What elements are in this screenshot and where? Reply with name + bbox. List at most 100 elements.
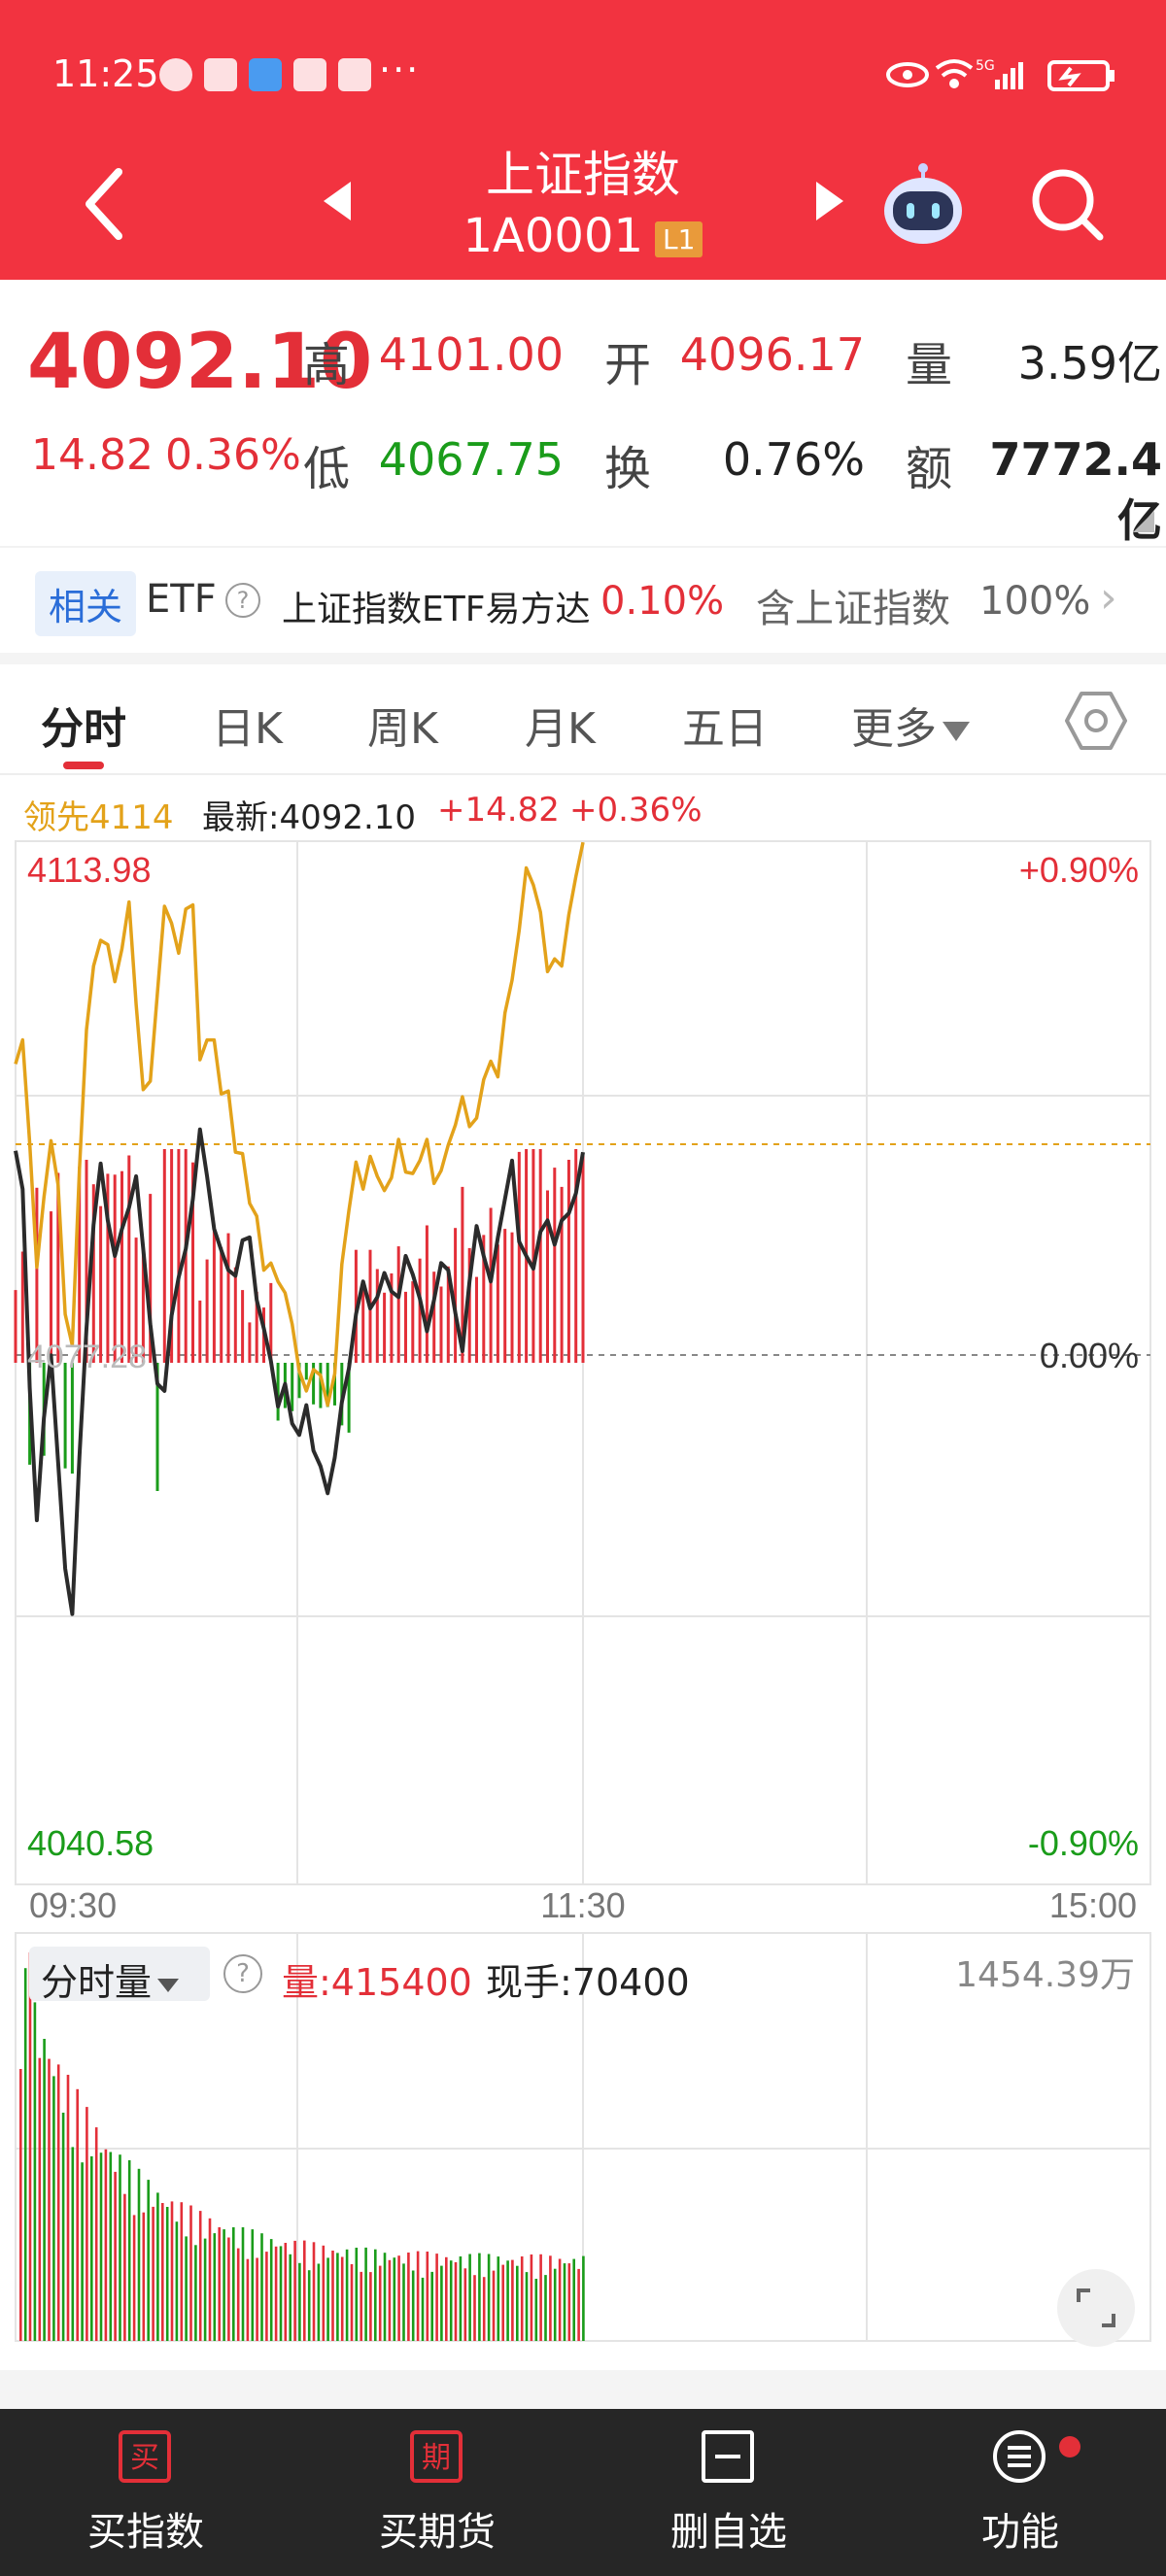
volume-bar [322, 2245, 326, 2341]
notification-dot [1059, 2436, 1080, 2457]
remove-watchlist-icon [702, 2430, 754, 2483]
volume-bar [152, 2206, 154, 2341]
breadth-bar [220, 1247, 223, 1363]
breadth-bar [226, 1233, 230, 1363]
tab-intraday[interactable]: 分时 [41, 694, 126, 756]
breadth-bar [425, 1225, 429, 1363]
breadth-bar [120, 1170, 123, 1363]
volume-help-icon[interactable]: ? [223, 1954, 262, 1993]
wifi-icon [935, 59, 974, 88]
etf-label: ETF [146, 577, 217, 622]
breadth-bar [396, 1246, 400, 1363]
app-notification-icon [249, 58, 282, 91]
volume-bar [563, 2263, 566, 2341]
breadth-bar [538, 1149, 542, 1363]
breadth-bar [63, 1363, 67, 1469]
x-label-open: 09:30 [29, 1885, 117, 1921]
breadth-bar [503, 1229, 507, 1363]
amount-label: 额 [906, 442, 953, 496]
volume-bar [298, 2262, 301, 2341]
network-type-label: 5G [976, 58, 995, 74]
amount-value: 7772.4亿 [989, 433, 1162, 547]
volume-bar [350, 2264, 354, 2341]
status-bar: 11:25 ··· 5G [0, 0, 1166, 148]
tab-daily-k[interactable]: 日K [212, 694, 283, 756]
volume-bar [256, 2257, 258, 2341]
volume-bar [411, 2270, 415, 2341]
pct-min-label: -0.90% [1028, 1823, 1139, 1863]
breadth-bar [70, 1363, 74, 1474]
expand-quote-toggle[interactable] [1133, 511, 1154, 532]
nav-buy-index[interactable]: 买 买指数 [0, 2409, 292, 2576]
open-label: 开 [604, 338, 652, 392]
breadth-bar [248, 1322, 252, 1363]
caret-down-icon [157, 1978, 180, 1992]
tab-five-day[interactable]: 五日 [682, 694, 768, 756]
x-label-noon: 11:30 [540, 1885, 625, 1921]
volume-bar [170, 2201, 174, 2341]
open-value: 4096.17 [679, 328, 865, 381]
volume-bar [558, 2258, 562, 2341]
volume-bar [223, 2229, 225, 2341]
volume-bar [445, 2256, 448, 2341]
volume-bar [340, 2256, 344, 2341]
settings-icon[interactable] [1065, 690, 1127, 752]
quote-panel: 4092.10 14.82 0.36% 高 4101.00 开 4096.17 … [0, 280, 1166, 548]
volume-bar [331, 2251, 334, 2341]
intraday-chart[interactable]: 4113.98 +0.90% 4077.28 0.00% 4040.58 -0.… [0, 833, 1166, 1921]
app-header: 11:25 ··· 5G 上证指数 1A0001 L1 [0, 0, 1166, 280]
volume-bar [511, 2259, 514, 2341]
related-etf-row[interactable]: 相关 ETF ? 上证指数ETF易方达 0.10% 含上证指数 100% › [0, 550, 1166, 655]
volume-bar [137, 2168, 141, 2341]
breadth-bar [212, 1227, 216, 1363]
buy-icon-glyph: 买 [130, 2441, 159, 2475]
volume-bar [123, 2193, 126, 2341]
volume-bar [52, 2076, 55, 2341]
fullscreen-icon[interactable] [1057, 2269, 1135, 2347]
volume-bar [307, 2270, 311, 2341]
volume-bar [487, 2254, 491, 2341]
breadth-bar [127, 1155, 131, 1363]
volume-max-label: 1454.39万 [955, 1955, 1135, 1995]
volume-bar [251, 2229, 255, 2341]
tab-monthly-k[interactable]: 月K [525, 694, 596, 756]
nav-remove-watchlist[interactable]: 删自选 [583, 2409, 874, 2576]
volume-bar [274, 2246, 278, 2341]
volume-bar [336, 2253, 339, 2341]
volume-bar [549, 2255, 552, 2341]
volume-value: 量:415400 [282, 1961, 472, 2004]
tab-weekly-k[interactable]: 周K [367, 694, 438, 756]
volume-bar [161, 2203, 164, 2341]
volume-bar [127, 2160, 131, 2341]
breadth-bar [304, 1363, 308, 1380]
volume-label: 量 [906, 338, 953, 392]
etf-name[interactable]: 上证指数ETF易方达 [282, 581, 590, 631]
robot-assistant-icon[interactable] [879, 160, 967, 248]
nav-buy-futures[interactable]: 期 买期货 [292, 2409, 583, 2576]
next-stock-button[interactable] [816, 182, 843, 220]
volume-bar [530, 2254, 533, 2341]
level-badge: L1 [655, 220, 703, 257]
volume-bar [38, 2057, 42, 2341]
volume-bar [378, 2265, 382, 2341]
search-icon[interactable] [1028, 165, 1108, 245]
chevron-right-icon[interactable]: › [1100, 573, 1117, 623]
volume-bar [99, 2152, 103, 2341]
volume-bar [582, 2255, 585, 2341]
volume-bar [260, 2233, 263, 2341]
volume-mode-dropdown[interactable]: 分时量 [29, 1947, 210, 2004]
volume-value: 3.59亿 [1017, 337, 1162, 390]
nav-functions[interactable]: 功能 [874, 2409, 1166, 2576]
volume-bar [478, 2253, 481, 2341]
volume-bar [572, 2258, 575, 2341]
volume-bar [104, 2149, 108, 2341]
pct-max-label: +0.90% [1019, 850, 1139, 890]
volume-bar [393, 2257, 396, 2341]
promo-icon [293, 58, 326, 91]
volume-bar [449, 2260, 453, 2341]
tab-more[interactable]: 更多 [851, 694, 970, 756]
futures-icon-glyph: 期 [422, 2441, 451, 2475]
volume-bar [218, 2227, 221, 2341]
help-icon[interactable]: ? [225, 583, 260, 618]
volume-bar [426, 2252, 429, 2341]
